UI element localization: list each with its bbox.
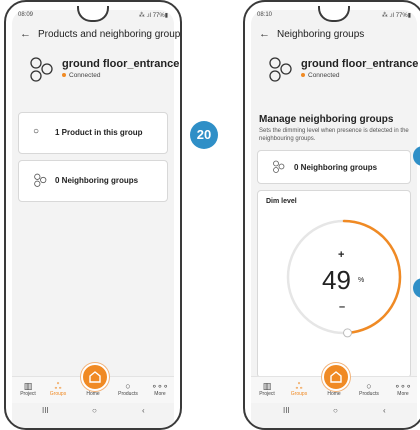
recent-apps-button[interactable]: III <box>42 406 49 415</box>
home-icon <box>89 371 101 383</box>
products-count-label: 1 Product in this group <box>55 128 143 137</box>
group-name: ground floor_entrance <box>301 58 419 70</box>
products-icon: ○ <box>366 381 372 391</box>
nav-products[interactable]: ○ Products <box>114 381 142 397</box>
system-home-button[interactable]: ○ <box>333 406 338 415</box>
nav-label: More <box>154 391 166 397</box>
more-icon: ∘∘∘ <box>394 381 412 391</box>
header: ← Products and neighboring groups <box>12 22 180 48</box>
nav-label: Groups <box>290 391 308 397</box>
status-dot-icon <box>62 73 66 78</box>
nav-groups[interactable]: ஃ Groups <box>285 381 313 397</box>
recent-apps-button[interactable]: III <box>283 406 290 415</box>
nav-more[interactable]: ∘∘∘ More <box>389 381 417 397</box>
dim-value: 49 <box>322 265 351 295</box>
page-title: Products and neighboring groups <box>38 29 182 40</box>
connection-status: Connected <box>62 72 100 79</box>
nav-label: Products <box>359 391 379 397</box>
groups-icon: ஃ <box>295 381 303 391</box>
nav-project[interactable]: ▥ Project <box>14 381 42 397</box>
project-icon: ▥ <box>23 381 33 391</box>
system-home-button[interactable]: ○ <box>92 406 97 415</box>
status-indicators: ⁂ .ıl 77%▮ <box>381 13 411 19</box>
decrease-button[interactable]: – <box>339 301 345 313</box>
neighboring-groups-row[interactable]: 0 Neighboring groups <box>18 160 168 202</box>
status-text: Connected <box>308 72 340 79</box>
phone-screen-products-neighboring: 08:09 ⁂ .ıl 77%▮ ← Products and neighbor… <box>4 0 182 430</box>
header: ← Neighboring groups <box>251 22 417 48</box>
products-icon: ○ <box>125 381 131 391</box>
groups-icon: ஃ <box>54 381 62 391</box>
more-icon: ∘∘∘ <box>151 381 169 391</box>
increase-button[interactable]: + <box>338 249 344 261</box>
nav-label: Products <box>118 391 138 397</box>
nav-label: Project <box>20 391 36 397</box>
nav-label: Project <box>259 391 275 397</box>
neighbor-groups-icon <box>273 160 285 173</box>
status-dot-icon <box>301 73 305 78</box>
status-time: 08:10 <box>257 12 273 18</box>
phone-screen-neighboring-groups: 08:10 ⁂ .ıl 77%▮ ← Neighboring groups gr… <box>243 0 420 430</box>
group-header: ground floor_entrance Connected <box>12 48 179 90</box>
dim-level-card: Dim level + 49 % – <box>257 190 411 378</box>
nav-more[interactable]: ∘∘∘ More <box>146 381 174 397</box>
products-in-group-row[interactable]: ○ 1 Product in this group <box>18 112 168 154</box>
back-arrow-icon[interactable]: ← <box>20 28 31 40</box>
nav-label: More <box>397 391 409 397</box>
group-icon <box>30 57 53 82</box>
neighboring-groups-row[interactable]: 0 Neighboring groups <box>257 150 411 184</box>
nav-products[interactable]: ○ Products <box>355 381 383 397</box>
section-title: Manage neighboring groups <box>259 114 394 125</box>
connection-status: Connected <box>301 72 339 79</box>
neighbor-groups-count-label: 0 Neighboring groups <box>294 163 378 172</box>
home-button[interactable] <box>322 363 350 391</box>
circle-icon: ○ <box>33 126 40 137</box>
screen-content: 08:09 ⁂ .ıl 77%▮ ← Products and neighbor… <box>12 10 180 428</box>
nav-project[interactable]: ▥ Project <box>253 381 281 397</box>
neighbor-groups-count-label: 0 Neighboring groups <box>55 176 139 185</box>
neighbor-groups-icon <box>34 173 47 187</box>
dim-level-title: Dim level <box>266 198 297 205</box>
system-back-button[interactable]: ‹ <box>383 406 386 415</box>
page-title: Neighboring groups <box>277 29 365 40</box>
screen-content: 08:10 ⁂ .ıl 77%▮ ← Neighboring groups gr… <box>251 10 419 428</box>
dim-unit: % <box>358 277 365 284</box>
nav-label: Groups <box>49 391 67 397</box>
nav-groups[interactable]: ஃ Groups <box>44 381 72 397</box>
group-icon <box>269 57 292 82</box>
back-arrow-icon[interactable]: ← <box>259 28 270 40</box>
status-text: Connected <box>69 72 101 79</box>
section-description: Sets the dimming level when presence is … <box>259 128 409 142</box>
dial-handle[interactable] <box>343 328 353 338</box>
system-back-button[interactable]: ‹ <box>142 406 145 415</box>
home-icon <box>330 371 342 383</box>
group-header: ground floor_entrance Connected <box>251 48 419 90</box>
home-button[interactable] <box>81 363 109 391</box>
status-indicators: ⁂ .ıl 77%▮ <box>138 13 168 19</box>
group-name: ground floor_entrance <box>62 58 180 70</box>
step-badge: 20 <box>190 121 218 149</box>
status-time: 08:09 <box>18 12 34 18</box>
project-icon: ▥ <box>262 381 272 391</box>
